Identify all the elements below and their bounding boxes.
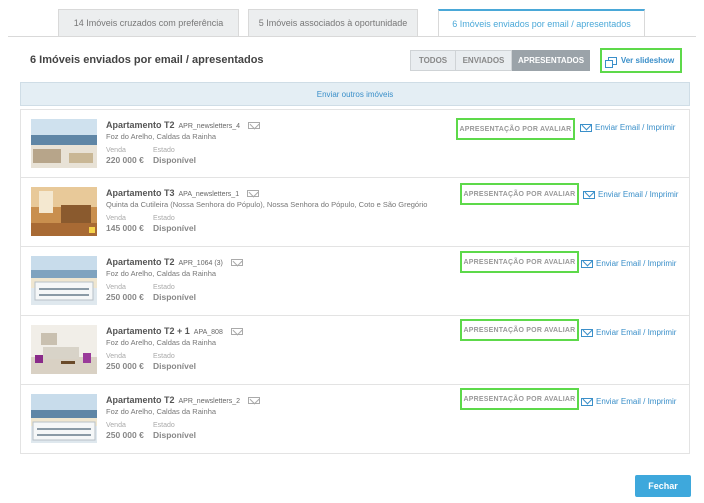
list-item: Apartamento T2 APR_newsletters_2 Foz do A… [20, 385, 690, 454]
email-sent-icon [230, 328, 243, 336]
tab-divider [8, 36, 696, 37]
send-email-print-link[interactable]: Enviar Email / Imprimir [581, 397, 676, 406]
email-icon [581, 259, 593, 268]
status-badge: APRESENTAÇÃO POR AVALIAR [460, 388, 579, 410]
email-icon [583, 190, 595, 199]
list-item: Apartamento T2 APR_1064 (3) Foz do Arelho… [20, 247, 690, 316]
email-sent-icon [230, 259, 243, 267]
state-value: Disponível [153, 292, 196, 302]
property-ref: APR_newsletters_2 [178, 398, 240, 405]
state-value: Disponível [153, 155, 196, 165]
property-type: Apartamento T2 [106, 120, 175, 130]
tab-associated[interactable]: 5 Imóveis associados à oportunidade [248, 9, 418, 37]
state-label: Estado [153, 215, 175, 222]
price-label: Venda [106, 147, 126, 154]
send-email-print-link[interactable]: Enviar Email / Imprimir [581, 259, 676, 268]
status-badge: APRESENTAÇÃO POR AVALIAR [460, 183, 579, 205]
email-icon [581, 397, 593, 406]
property-title[interactable]: Apartamento T2 APR_1064 (3) [106, 257, 243, 267]
property-type: Apartamento T2 [106, 395, 175, 405]
status-badge: APRESENTAÇÃO POR AVALIAR [456, 118, 575, 140]
tab-bar: 14 Imóveis cruzados com preferência 5 Im… [58, 9, 648, 37]
state-label: Estado [153, 147, 175, 154]
send-email-print-link[interactable]: Enviar Email / Imprimir [580, 123, 675, 132]
email-icon [581, 328, 593, 337]
property-location: Foz do Arelho, Caldas da Rainha [106, 407, 217, 416]
filter-presented-button[interactable]: APRESENTADOS [512, 50, 590, 71]
property-title[interactable]: Apartamento T2 APR_newsletters_2 [106, 395, 260, 405]
slideshow-icon [604, 56, 617, 68]
list-item: Apartamento T2 APR_newsletters_4 Foz do A… [20, 109, 690, 178]
status-badge: APRESENTAÇÃO POR AVALIAR [460, 251, 579, 273]
property-list: Apartamento T2 APR_newsletters_4 Foz do A… [20, 109, 690, 454]
price-value: 220 000 € [106, 155, 144, 165]
list-item: Apartamento T2 + 1 APA_808 Foz do Arelho,… [20, 316, 690, 385]
property-ref: APA_newsletters_1 [178, 191, 240, 198]
property-photo[interactable] [31, 256, 97, 305]
property-location: Quinta da Cutileira (Nossa Senhora do Pó… [106, 200, 428, 209]
property-type: Apartamento T2 + 1 [106, 326, 190, 336]
filter-sent-button[interactable]: ENVIADOS [456, 50, 512, 71]
property-ref: APR_1064 (3) [178, 260, 223, 267]
slideshow-label: Ver slideshow [620, 56, 675, 65]
close-button[interactable]: Fechar [635, 475, 691, 497]
action-label: Enviar Email / Imprimir [596, 397, 677, 406]
price-value: 145 000 € [106, 223, 144, 233]
property-title[interactable]: Apartamento T2 APR_newsletters_4 [106, 120, 260, 130]
state-value: Disponível [153, 361, 196, 371]
slideshow-button[interactable]: Ver slideshow [600, 48, 682, 73]
property-title[interactable]: Apartamento T2 + 1 APA_808 [106, 326, 243, 336]
price-value: 250 000 € [106, 361, 144, 371]
action-label: Enviar Email / Imprimir [598, 190, 679, 199]
property-photo[interactable] [31, 394, 97, 443]
price-label: Venda [106, 284, 126, 291]
filter-all-button[interactable]: TODOS [410, 50, 456, 71]
state-value: Disponível [153, 430, 196, 440]
tab-cross-matched[interactable]: 14 Imóveis cruzados com preferência [58, 9, 239, 37]
send-more-button[interactable]: Enviar outros imóveis [20, 82, 690, 106]
property-location: Foz do Arelho, Caldas da Rainha [106, 269, 217, 278]
status-badge: APRESENTAÇÃO POR AVALIAR [460, 319, 579, 341]
send-email-print-link[interactable]: Enviar Email / Imprimir [583, 190, 678, 199]
filter-group: TODOS ENVIADOS APRESENTADOS [410, 50, 590, 71]
email-sent-icon [248, 122, 260, 130]
state-label: Estado [153, 422, 175, 429]
list-item: Apartamento T3 APA_newsletters_1 Quinta d… [20, 178, 690, 247]
send-email-print-link[interactable]: Enviar Email / Imprimir [581, 328, 676, 337]
property-ref: APA_808 [193, 329, 223, 336]
email-sent-icon [248, 397, 260, 405]
property-title[interactable]: Apartamento T3 APA_newsletters_1 [106, 188, 260, 198]
property-ref: APR_newsletters_4 [178, 123, 240, 130]
email-icon [580, 123, 592, 132]
state-value: Disponível [153, 223, 196, 233]
property-location: Foz do Arelho, Caldas da Rainha [106, 338, 217, 347]
price-label: Venda [106, 353, 126, 360]
property-photo[interactable] [31, 119, 97, 168]
property-type: Apartamento T2 [106, 257, 175, 267]
property-photo[interactable] [31, 187, 97, 236]
price-value: 250 000 € [106, 292, 144, 302]
email-sent-icon [247, 190, 260, 198]
tab-sent-presented[interactable]: 6 Imóveis enviados por email / apresenta… [438, 9, 645, 37]
price-label: Venda [106, 215, 126, 222]
property-photo[interactable] [31, 325, 97, 374]
property-type: Apartamento T3 [106, 188, 175, 198]
price-value: 250 000 € [106, 430, 144, 440]
state-label: Estado [153, 353, 175, 360]
page-title: 6 Imóveis enviados por email / apresenta… [30, 54, 264, 66]
price-label: Venda [106, 422, 126, 429]
state-label: Estado [153, 284, 175, 291]
action-label: Enviar Email / Imprimir [595, 123, 676, 132]
property-location: Foz do Arelho, Caldas da Rainha [106, 132, 217, 141]
action-label: Enviar Email / Imprimir [596, 328, 677, 337]
action-label: Enviar Email / Imprimir [596, 259, 677, 268]
